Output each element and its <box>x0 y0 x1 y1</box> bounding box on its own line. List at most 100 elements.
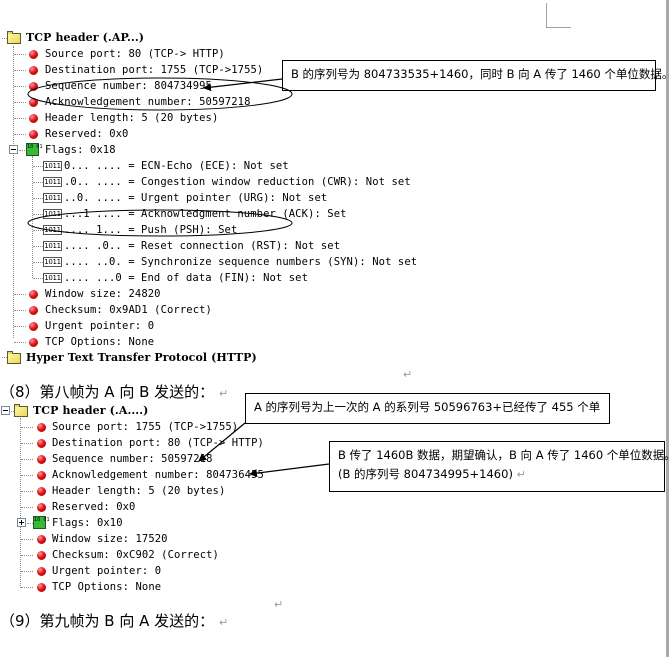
field-bullet-icon <box>37 535 46 544</box>
tree-line <box>32 156 33 278</box>
flag-bit-text: 0... .... = ECN-Echo (ECE): Not set <box>64 160 289 172</box>
tree-line <box>33 166 43 167</box>
field-bullet-icon <box>37 551 46 560</box>
tree-line <box>21 539 33 540</box>
field-text: Source port: 80 (TCP-> HTTP) <box>45 48 225 60</box>
field-text: Destination port: 80 (TCP-> HTTP) <box>52 437 264 449</box>
field-bullet-icon <box>29 82 38 91</box>
callout-frame8-ack: B 传了 1460B 数据，期望确认，B 向 A 传了 1460 个单位数据。 … <box>329 441 669 492</box>
field-bullet-icon <box>37 439 46 448</box>
callout-text: B 的序列号为 804733535+1460，同时 B 向 A 传了 1460 … <box>291 67 669 81</box>
expand-icon[interactable] <box>17 518 26 527</box>
field-bullet-icon <box>29 66 38 75</box>
tree-line <box>14 54 26 55</box>
tree-line <box>14 310 26 311</box>
tree-line <box>33 262 43 263</box>
flag-bit-text: .... ...0 = End of data (FIN): Not set <box>64 272 309 284</box>
tree-line <box>33 198 43 199</box>
bitfield-icon: 1011 <box>43 257 62 267</box>
tree-line <box>33 278 43 279</box>
flags-label: Flags: 0x18 <box>45 144 116 156</box>
flags-label: Flags: 0x10 <box>52 517 123 529</box>
tree-line <box>33 246 43 247</box>
field-text: Urgent pointer: 0 <box>45 320 155 332</box>
field-bullet-icon <box>29 114 38 123</box>
tree-line <box>21 587 33 588</box>
flag-bit-text: ..0. .... = Urgent pointer (URG): Not se… <box>64 192 328 204</box>
flag-bit-text: .... 1... = Push (PSH): Set <box>64 224 238 236</box>
tree-line <box>33 230 43 231</box>
field-text: Sequence number: 50597218 <box>52 453 213 465</box>
tree-line <box>14 134 26 135</box>
field-bullet-icon <box>29 290 38 299</box>
field-bullet-icon <box>37 503 46 512</box>
flag-bit-text: .... .0.. = Reset connection (RST): Not … <box>64 240 341 252</box>
callout-frame8-sequence: A 的序列号为上一次的 A 的系列号 50596763+已经传了 455 个单 <box>245 393 610 424</box>
field-text: Window size: 17520 <box>52 533 168 545</box>
field-text: Checksum: 0x9AD1 (Correct) <box>45 304 212 316</box>
tree-line <box>14 102 26 103</box>
field-bullet-icon <box>29 50 38 59</box>
field-bullet-icon <box>29 306 38 315</box>
page-corner-mark <box>546 3 571 28</box>
bitfield-icon: 1011 <box>43 177 62 187</box>
tree-line <box>21 475 33 476</box>
tcp-header-label: TCP header (.AP...) <box>26 31 145 44</box>
field-text: Window size: 24820 <box>45 288 161 300</box>
tree-line <box>14 342 26 343</box>
field-text: Source port: 1755 (TCP->1755) <box>52 421 239 433</box>
tree-line <box>14 70 26 71</box>
tree-line <box>21 491 33 492</box>
paragraph-mark: ↵ <box>218 616 229 629</box>
callout-frame7-sequence: B 的序列号为 804733535+1460，同时 B 向 A 传了 1460 … <box>282 60 669 91</box>
field-text: Reserved: 0x0 <box>52 501 136 513</box>
field-bullet-icon <box>37 583 46 592</box>
tree-line <box>21 443 33 444</box>
bitfield-icon: 1011 <box>43 209 62 219</box>
collapse-icon[interactable] <box>1 406 10 415</box>
folder-icon <box>7 31 21 44</box>
field-text: Header length: 5 (20 bytes) <box>52 485 226 497</box>
tree-line <box>14 86 26 87</box>
paragraph-mark: ↵ <box>274 598 284 611</box>
field-text: Reserved: 0x0 <box>45 128 129 140</box>
field-text: Acknowledgement number: 50597218 <box>45 96 251 108</box>
field-bullet-icon <box>37 423 46 432</box>
callout-text-line1: B 传了 1460B 数据，期望确认，B 向 A 传了 1460 个单位数据。 <box>338 448 669 462</box>
tree-line <box>21 571 33 572</box>
flag-bit-text: .... ..0. = Synchronize sequence numbers… <box>64 256 418 268</box>
flag-bit-text: ...1 .... = Acknowledgment number (ACK):… <box>64 208 347 220</box>
tree-line <box>14 294 26 295</box>
field-text: TCP Options: None <box>52 581 162 593</box>
field-bullet-icon <box>29 322 38 331</box>
tree-line <box>19 150 25 151</box>
paragraph-mark: ↵ <box>218 387 229 400</box>
bitfield-icon: 1011 <box>43 161 62 171</box>
field-text: Urgent pointer: 0 <box>52 565 162 577</box>
field-text: Checksum: 0xC902 (Correct) <box>52 549 219 561</box>
folder-icon <box>7 351 21 364</box>
field-text: Destination port: 1755 (TCP->1755) <box>45 64 264 76</box>
heading-frame9: （9）第九帧为 B 向 A 发送的： ↵ <box>0 610 228 631</box>
folder-icon <box>14 404 28 417</box>
bitfield-icon: 1011 <box>43 193 62 203</box>
field-bullet-icon <box>37 455 46 464</box>
field-text: Header length: 5 (20 bytes) <box>45 112 219 124</box>
callout-text-line2: (B 的序列号 804734995+1460) <box>338 467 513 481</box>
field-text: Sequence number: 804734995 <box>45 80 212 92</box>
field-bullet-icon <box>29 338 38 347</box>
tree-line <box>33 214 43 215</box>
tree-line <box>14 118 26 119</box>
tcp-header-label: TCP header (.A....) <box>33 404 149 417</box>
callout-arrow <box>203 78 283 92</box>
tree-line <box>33 182 43 183</box>
tree-line <box>21 555 33 556</box>
collapse-icon[interactable] <box>9 145 18 154</box>
heading-frame8: （8）第八帧为 A 向 B 发送的： ↵ <box>0 381 228 402</box>
tree-line <box>21 427 33 428</box>
field-bullet-icon <box>37 567 46 576</box>
tree-line <box>21 459 33 460</box>
heading-text: （9）第九帧为 B 向 A 发送的： <box>0 612 215 630</box>
callout-text: A 的序列号为上一次的 A 的系列号 50596763+已经传了 455 个单 <box>254 400 601 414</box>
http-label: Hyper Text Transfer Protocol (HTTP) <box>26 351 257 364</box>
